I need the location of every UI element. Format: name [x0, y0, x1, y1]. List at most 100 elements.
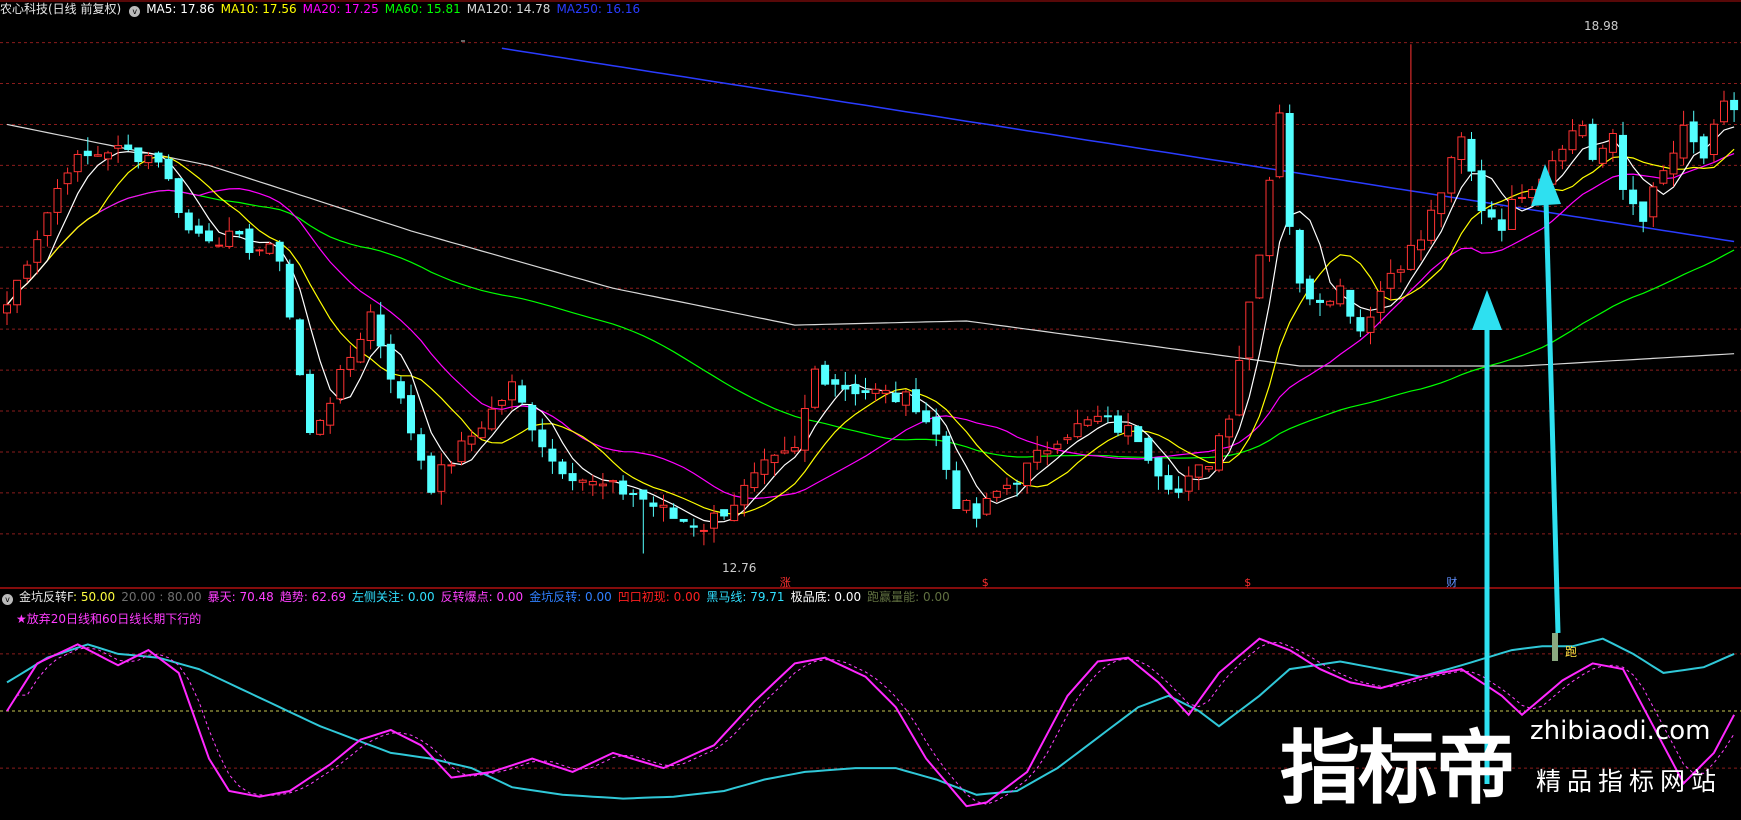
candle-body	[1154, 457, 1163, 477]
ma-legend: MA5: 17.86 MA10: 17.56 MA20: 17.25 MA60: 15…	[146, 2, 646, 16]
candle-body	[245, 228, 254, 253]
legend-item: MA60: 15.81	[384, 2, 461, 16]
candle-body	[275, 241, 284, 262]
candle-body	[1406, 244, 1415, 270]
candle-body	[659, 504, 668, 508]
candle-body	[800, 408, 809, 451]
candle-body	[1093, 415, 1102, 422]
legend-item: MA10: 17.56	[220, 2, 297, 16]
annotations: 18.98 12.76 跑 涨 $ $ 财	[461, 19, 1618, 659]
candle-body	[225, 230, 234, 247]
candle-body	[194, 225, 203, 234]
candle-body	[83, 150, 92, 157]
candle-body	[1730, 99, 1739, 111]
candle-body	[1295, 229, 1304, 284]
candle-body	[992, 490, 1001, 498]
candle-body	[760, 459, 769, 475]
candle-body	[1568, 130, 1577, 151]
candle-body	[1366, 316, 1375, 333]
candle-body	[1103, 415, 1112, 418]
candle-body	[1255, 254, 1264, 299]
stock-chart[interactable]: 18.98 12.76 跑 涨 $ $ 财	[0, 0, 1741, 819]
candle-body	[396, 381, 405, 399]
candle-body	[1457, 136, 1466, 161]
candle-body	[447, 464, 456, 467]
settings-icon[interactable]: v	[129, 6, 141, 17]
price-panel-header: 农心科技(日线 前复权) v MA5: 17.86 MA10: 17.56 MA20: …	[0, 0, 1741, 18]
indicator-title: 金坑反转F	[19, 590, 73, 604]
candle-body	[255, 249, 264, 252]
candle-body	[1689, 121, 1698, 143]
candle-body	[215, 244, 224, 247]
candlesticks	[3, 44, 1739, 554]
legend-item: : 50.00	[72, 590, 116, 604]
candle-body	[1326, 300, 1335, 306]
candle-body	[891, 392, 900, 403]
candle-body	[740, 484, 749, 506]
candle-body	[1316, 299, 1324, 303]
candle-body	[134, 147, 143, 163]
candle-body	[1235, 359, 1244, 416]
candle-body	[922, 410, 931, 423]
candle-body	[1215, 435, 1223, 471]
candle-body	[1578, 125, 1587, 137]
candle-body	[1619, 134, 1627, 190]
watermark-big: 指标帝	[1280, 722, 1516, 815]
candle-body	[1608, 133, 1617, 153]
candle-body	[982, 498, 991, 515]
candle-body	[912, 389, 920, 413]
candle-body	[689, 525, 698, 528]
candle-body	[548, 448, 557, 462]
candle-body	[265, 243, 274, 254]
candle-body	[528, 404, 537, 431]
candle-body	[1033, 449, 1042, 463]
legend-item: 趋势: 62.69	[279, 590, 347, 604]
event-marker: 财	[1446, 575, 1457, 589]
indicator-panel-header: v 金坑反转F: 50.00 20.00 : 80.00 暴天: 70.48 趋势: 6…	[0, 588, 1741, 606]
legend-item: MA20: 17.25	[302, 2, 379, 16]
candle-body	[568, 473, 577, 482]
candle-body	[1699, 136, 1708, 159]
candle-body	[1669, 152, 1678, 175]
candle-body	[124, 144, 133, 150]
candle-body	[184, 212, 193, 231]
candle-body	[427, 455, 436, 493]
candle-body	[1275, 112, 1284, 178]
candle-body	[1174, 488, 1183, 493]
candle-body	[1720, 100, 1728, 123]
candle-body	[699, 529, 708, 532]
candle-body	[1285, 113, 1294, 227]
candle-body	[336, 369, 345, 400]
candle-body	[1467, 138, 1476, 172]
candle-body	[1558, 148, 1567, 162]
legend-item: 20.00 : 80.00	[121, 590, 202, 604]
candle-body	[164, 158, 173, 180]
candle-body	[770, 454, 779, 464]
legend-item: 凹口初现: 0.00	[617, 590, 701, 604]
candle-body	[558, 461, 567, 475]
candle-body	[720, 509, 729, 517]
candle-body	[1144, 437, 1153, 461]
legend-item: 金坑反转: 0.00	[529, 590, 612, 604]
candle-body	[1376, 290, 1385, 313]
candle-body	[1023, 462, 1032, 487]
candle-body	[1437, 192, 1446, 215]
watermark-sub: 精品指标网站	[1536, 767, 1723, 796]
candle-body	[1114, 415, 1122, 433]
candle-body	[1134, 426, 1143, 443]
settings-icon[interactable]: v	[2, 594, 13, 605]
watermark-site: zhibiaodi.com	[1530, 716, 1711, 746]
candle-body	[285, 263, 294, 318]
watermark: 指标帝 zhibiaodi.com 精品指标网站	[1280, 700, 1740, 818]
candle-body	[1659, 170, 1668, 184]
candle-body	[144, 155, 153, 164]
candle-body	[669, 507, 678, 519]
legend-item: MA120: 14.78	[466, 2, 551, 16]
candle-body	[63, 172, 72, 185]
candle-body	[174, 178, 183, 213]
candle-body	[1427, 209, 1436, 241]
candle-body	[1709, 123, 1718, 156]
candle-body	[376, 314, 385, 347]
candle-body	[831, 379, 840, 385]
candle-body	[1245, 301, 1254, 359]
